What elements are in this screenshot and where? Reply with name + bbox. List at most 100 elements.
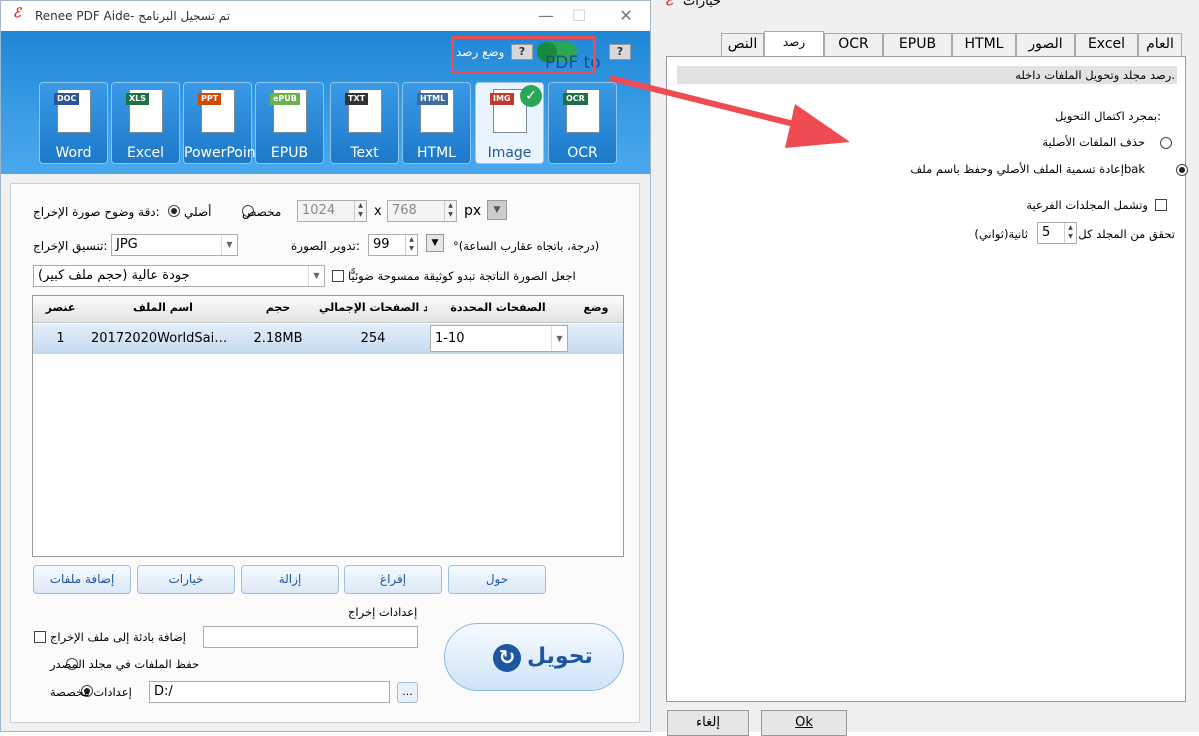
- custom-settings-label: إعدادات مخصصة: [50, 685, 132, 699]
- options-tab-7[interactable]: النص: [721, 33, 764, 56]
- col-pages-header[interactable]: عدد الصفحات الإجمالي: [319, 301, 427, 314]
- convert-label: تحويل: [527, 644, 593, 669]
- refresh-icon: ↻: [493, 644, 521, 672]
- document-icon: ePUB: [270, 89, 307, 133]
- check-interval-spinner[interactable]: ▲ ▼: [1064, 223, 1076, 243]
- width-spinner[interactable]: ▲ ▼: [354, 201, 366, 221]
- format-tile-epub[interactable]: ePUB EPUB: [255, 82, 324, 164]
- scan-label: اجعل الصورة الناتجة تبدو كوثيقة ممسوحة ض…: [348, 269, 576, 283]
- format-tag: ePUB: [270, 93, 300, 105]
- help-icon-2[interactable]: ?: [609, 44, 631, 60]
- width-input[interactable]: 1024 ▲ ▼: [297, 200, 367, 222]
- ok-button[interactable]: Ok: [761, 710, 847, 736]
- row-filename: 20172020WorldSai…: [91, 331, 228, 346]
- options-tab-0[interactable]: العام: [1138, 33, 1182, 56]
- document-icon: HTML: [417, 89, 454, 133]
- format-tag: HTML: [417, 93, 449, 105]
- scan-checkbox[interactable]: [332, 270, 344, 282]
- annotation-arrow: [609, 75, 850, 148]
- convert-button[interactable]: ↻ تحويل: [444, 623, 624, 691]
- original-label: أصلي: [184, 205, 212, 219]
- col-index-header[interactable]: عنصر: [33, 301, 88, 314]
- format-tag: DOC: [54, 93, 80, 105]
- format-value: JPG: [116, 237, 138, 252]
- options-tab-4[interactable]: EPUB: [883, 33, 952, 56]
- document-icon: XLS: [126, 89, 163, 133]
- rotate-spinner[interactable]: ▲ ▼: [405, 235, 417, 255]
- row-pages: 254: [360, 331, 386, 346]
- format-tag: XLS: [126, 93, 150, 105]
- window-title: Renee PDF Aide- تم تسجيل البرنامج: [35, 9, 231, 23]
- clear-button[interactable]: إفراغ: [344, 565, 442, 594]
- quality-select[interactable]: (جودة عالية (حجم ملف كبير ▼: [33, 265, 325, 287]
- format-label: Image: [487, 145, 532, 161]
- mode-highlight-box: [451, 36, 596, 74]
- output-path-input[interactable]: D:/: [149, 681, 390, 703]
- subfolders-checkbox[interactable]: [1155, 199, 1167, 211]
- options-button[interactable]: خيارات: [137, 565, 235, 594]
- format-tile-powerpoint[interactable]: PPT PowerPoint: [183, 82, 261, 164]
- maximize-button[interactable]: ☐: [564, 4, 594, 28]
- options-tab-2[interactable]: الصور: [1016, 33, 1075, 56]
- prefix-input[interactable]: [203, 626, 418, 648]
- add-files-button[interactable]: إضافة ملفات: [33, 565, 131, 594]
- rotate-dropdown-icon[interactable]: ▼: [426, 234, 444, 252]
- delete-originals-radio[interactable]: [1160, 137, 1172, 149]
- format-tile-html[interactable]: HTML HTML: [402, 82, 471, 164]
- col-size-header[interactable]: حجم: [238, 301, 318, 314]
- save-source-label: حفظ الملفات في مجلد المصدر: [50, 657, 200, 671]
- check-interval-input[interactable]: 5 ▲ ▼: [1037, 222, 1077, 244]
- col-selected-pages-header[interactable]: الصفحات المحددة: [428, 301, 568, 314]
- delete-originals-label: حذف الملفات الأصلية: [1042, 135, 1145, 149]
- cancel-button[interactable]: إلغاء: [667, 710, 749, 736]
- rotate-unit-label: °(درجة، باتجاه عقارب الساعة): [453, 239, 600, 253]
- document-icon: TXT: [345, 89, 382, 133]
- prefix-checkbox[interactable]: [34, 631, 46, 643]
- selected-pages-select[interactable]: 1-10 ▼: [430, 325, 568, 352]
- unit-dropdown-icon[interactable]: ▼: [487, 200, 507, 220]
- minimize-button[interactable]: —: [531, 4, 561, 28]
- chevron-down-icon: ▼: [551, 326, 567, 351]
- description-text: رصد مجلد وتحويل الملفات داخله.: [1015, 68, 1175, 82]
- resolution-label: دقة وضوح صورة الإخراج:: [33, 205, 160, 219]
- rotate-input[interactable]: 99 ▲ ▼: [368, 234, 418, 256]
- format-label: HTML: [417, 145, 456, 161]
- options-title: خيارات: [683, 0, 722, 9]
- x-separator: x: [374, 204, 382, 219]
- options-tab-6[interactable]: رصد: [764, 31, 824, 57]
- height-spinner[interactable]: ▲ ▼: [444, 201, 456, 221]
- px-label: px: [464, 203, 482, 219]
- row-size: 2.18MB: [253, 331, 303, 346]
- format-select[interactable]: JPG ▼: [111, 234, 238, 256]
- arrow-shaft: [609, 75, 811, 131]
- close-button[interactable]: ✕: [611, 4, 641, 28]
- original-radio[interactable]: [168, 205, 180, 217]
- format-label: Excel: [126, 145, 165, 161]
- options-app-icon: ℰ: [665, 0, 673, 9]
- options-tab-1[interactable]: Excel: [1075, 33, 1138, 56]
- after-label: بمجرد اكتمال التحويل:: [1054, 109, 1161, 123]
- format-tile-text[interactable]: TXT Text: [330, 82, 399, 164]
- format-tile-word[interactable]: DOC Word: [39, 82, 108, 164]
- remove-button[interactable]: إزالة: [241, 565, 339, 594]
- options-tab-5[interactable]: OCR: [824, 33, 883, 56]
- browse-button[interactable]: ...: [397, 682, 418, 703]
- quality-value: (جودة عالية (حجم ملف كبير: [38, 268, 190, 283]
- format-tag: IMG: [490, 93, 514, 105]
- chevron-down-icon: ▼: [221, 235, 237, 255]
- rename-originals-radio[interactable]: [1175, 164, 1188, 176]
- width-value: 1024: [302, 203, 336, 218]
- format-tag: PPT: [198, 93, 222, 105]
- document-icon: PPT: [198, 89, 235, 133]
- title-bar: ℰ Renee PDF Aide- تم تسجيل البرنامج — ☐ …: [1, 1, 650, 31]
- about-button[interactable]: حول: [448, 565, 546, 594]
- format-tile-image[interactable]: IMG Image ✓: [475, 82, 544, 164]
- options-tab-3[interactable]: HTML: [952, 33, 1016, 56]
- col-mode-header[interactable]: وضع: [569, 301, 623, 314]
- col-name-header[interactable]: اسم الملف: [89, 301, 237, 314]
- format-label: Word: [55, 145, 92, 161]
- rename-originals-label: إعادة تسمية الملف الأصلي وحفظ باسم ملفba…: [910, 162, 1145, 176]
- format-tile-excel[interactable]: XLS Excel: [111, 82, 180, 164]
- height-input[interactable]: 768 ▲ ▼: [387, 200, 457, 222]
- table-row[interactable]: 1 20172020WorldSai… 2.18MB 254 1-10 ▼: [33, 324, 623, 354]
